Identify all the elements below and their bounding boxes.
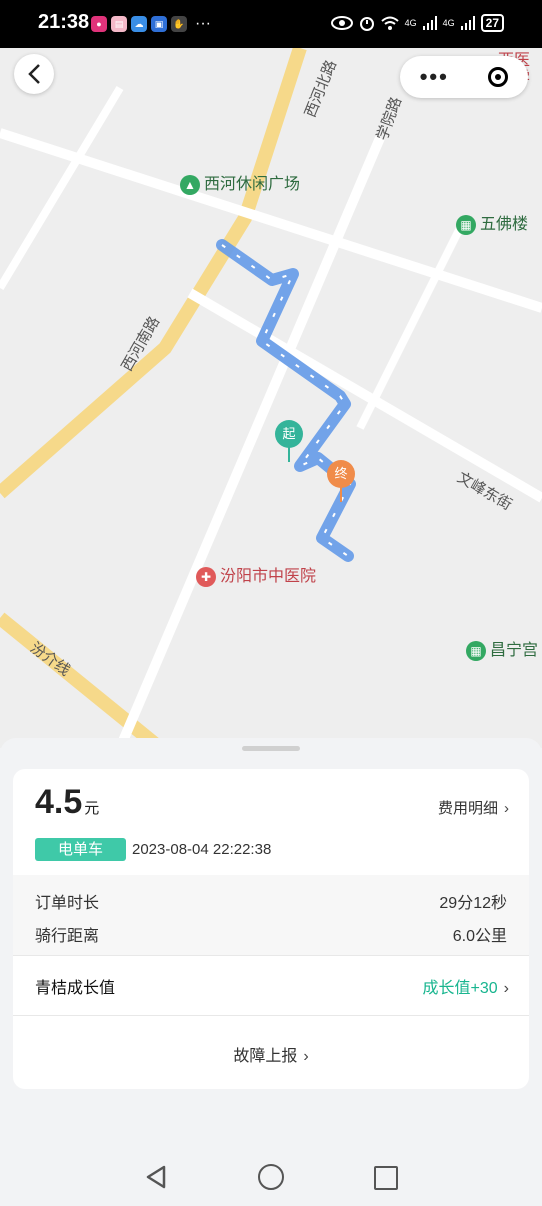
distance-row: 骑行距离 6.0公里 bbox=[35, 922, 507, 946]
amount-value: 4.5 bbox=[35, 783, 83, 821]
notification-icons: ● ▤ ☁ ▣ ✋ ··· bbox=[91, 16, 211, 32]
building-icon: ▦ bbox=[466, 640, 486, 661]
more-icon[interactable]: ••• bbox=[420, 64, 449, 90]
signal-label: 4G bbox=[404, 18, 417, 28]
alarm-icon bbox=[359, 17, 374, 31]
street bbox=[0, 85, 124, 291]
tree-icon: ▲ bbox=[180, 174, 200, 195]
fee-detail-label: 费用明细 bbox=[437, 800, 498, 817]
road-fenjie bbox=[0, 612, 165, 748]
map-canvas bbox=[0, 48, 542, 748]
more-notifications-icon: ··· bbox=[195, 15, 211, 32]
fault-report-label: 故障上报 bbox=[233, 1048, 298, 1065]
app-notification-icon: ▣ bbox=[151, 16, 167, 32]
status-time: 21:38 bbox=[38, 11, 90, 33]
poi-label: 西河休闲广场 bbox=[204, 176, 301, 193]
chevron-left-icon bbox=[28, 64, 40, 84]
street bbox=[115, 136, 385, 748]
signal-label: 4G bbox=[442, 18, 455, 28]
nav-recents-button[interactable] bbox=[374, 1166, 398, 1190]
poi-label: 五佛楼 bbox=[480, 216, 529, 233]
battery-icon: 27 bbox=[480, 14, 504, 32]
nav-home-button[interactable] bbox=[258, 1164, 284, 1190]
order-card: 4.5 元 费用明细 › 电单车 2023-08-04 22:22:38 订单时长 … bbox=[13, 769, 529, 1089]
back-button[interactable] bbox=[14, 54, 54, 94]
poi-label: 汾阳市中医院 bbox=[220, 568, 317, 585]
trip-stats: 订单时长 29分12秒 骑行距离 6.0公里 bbox=[13, 875, 529, 955]
duration-row: 订单时长 29分12秒 bbox=[35, 889, 507, 913]
chevron-right-icon: › bbox=[504, 800, 509, 817]
growth-value: 成长值+30 bbox=[422, 980, 498, 997]
ride-route bbox=[216, 239, 356, 562]
distance-value: 6.0公里 bbox=[452, 928, 507, 945]
poi-label: 昌宁宫 bbox=[490, 642, 539, 659]
drag-handle[interactable] bbox=[242, 746, 300, 751]
duration-label: 订单时长 bbox=[35, 895, 100, 912]
close-miniapp-icon[interactable] bbox=[488, 67, 509, 87]
fault-report-button[interactable]: 故障上报 › bbox=[13, 1042, 529, 1066]
end-marker: 终 bbox=[327, 460, 355, 488]
fee-detail-link[interactable]: 费用明细 › bbox=[438, 797, 509, 818]
poi-plaza[interactable]: ▲ 西河休闲广场 bbox=[180, 170, 300, 195]
order-sheet: 4.5 元 费用明细 › 电单车 2023-08-04 22:22:38 订单时长 … bbox=[0, 738, 542, 1148]
poi-hospital[interactable]: ✚ 汾阳市中医院 bbox=[196, 562, 316, 587]
chevron-right-icon: › bbox=[503, 980, 509, 997]
hospital-icon: ✚ bbox=[196, 566, 216, 587]
app-notification-icon: ☁ bbox=[131, 16, 147, 32]
app-notification-icon: ▤ bbox=[111, 16, 127, 32]
chevron-right-icon: › bbox=[303, 1048, 309, 1065]
status-indicators: 4G 4G 27 bbox=[330, 14, 504, 32]
signal-icon bbox=[422, 16, 437, 30]
system-nav-bar bbox=[0, 1148, 542, 1206]
route-map[interactable]: ▲西河休闲广场 ▦五佛楼 ✚汾阳市中医院 ▦昌宁宫 西医阳学 西河北路 西河南路… bbox=[0, 48, 542, 748]
order-amount: 4.5 元 bbox=[35, 783, 99, 822]
wifi-icon bbox=[380, 16, 399, 30]
signal-icon bbox=[460, 16, 475, 30]
status-bar: 21:38 ● ▤ ☁ ▣ ✋ ··· 4G 4G 27 bbox=[0, 0, 542, 48]
poi-changning[interactable]: ▦ 昌宁宫 bbox=[466, 636, 538, 661]
order-datetime: 2023-08-04 22:22:38 bbox=[132, 841, 272, 858]
eye-icon bbox=[330, 16, 353, 30]
start-marker: 起 bbox=[275, 420, 303, 448]
poi-wufolou[interactable]: ▦ 五佛楼 bbox=[456, 210, 528, 235]
vehicle-tag: 电单车 bbox=[35, 838, 126, 861]
currency-label: 元 bbox=[84, 800, 100, 817]
miniapp-capsule[interactable]: ••• bbox=[400, 56, 528, 98]
divider bbox=[13, 1015, 529, 1016]
building-icon: ▦ bbox=[456, 214, 476, 235]
duration-value: 29分12秒 bbox=[439, 895, 507, 912]
app-notification-icon: ● bbox=[91, 16, 107, 32]
divider bbox=[13, 955, 529, 956]
growth-label: 青桔成长值 bbox=[35, 980, 116, 997]
growth-value-link[interactable]: 成长值+30 › bbox=[423, 974, 509, 998]
app-notification-icon: ✋ bbox=[171, 16, 187, 32]
growth-row[interactable]: 青桔成长值 成长值+30 › bbox=[35, 974, 509, 998]
distance-label: 骑行距离 bbox=[35, 928, 100, 945]
nav-back-button[interactable] bbox=[144, 1165, 168, 1189]
